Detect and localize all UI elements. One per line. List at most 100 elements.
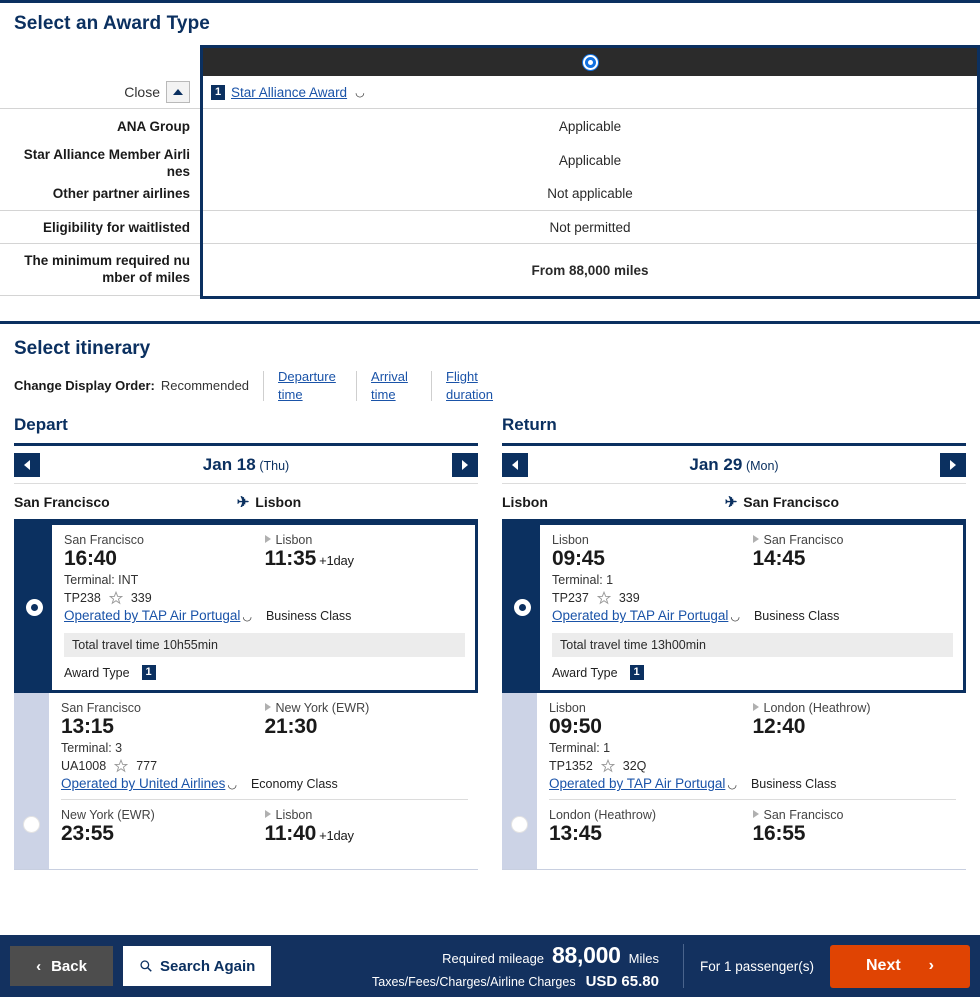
return-flight-card-1[interactable]: Lisbon San Francisco 09:45 14:45 Termina… [502,522,966,694]
return-date-nav: Jan 29 (Mon) [502,446,966,485]
leg-from: Lisbon [549,701,586,716]
leg-departure-time: 23:55 [61,822,114,846]
leg-from: San Francisco [64,533,144,548]
leg-operator-link[interactable]: Operated by TAP Air Portugal [552,608,728,623]
depart-card-1-award-row: Award Type 1 [64,657,465,682]
sort-flight-duration-link[interactable]: Flight duration [446,368,504,403]
required-mileage-unit: Miles [628,951,659,966]
award-type-label: Award Type [552,665,618,680]
depart-route: San Francisco ✈ Lisbon [14,484,478,523]
award-type-badge: 1 [141,665,156,681]
leg-operator-link[interactable]: Operated by TAP Air Portugal [64,608,240,623]
return-column: Return Jan 29 (Mon) Lisbon ✈ San Francisc… [502,415,966,871]
arrow-right-icon [752,703,759,712]
award-column-radio[interactable] [582,54,598,70]
return-origin: Lisbon [502,493,548,510]
flight-leg: London (Heathrow) San Francisco 13:45 16… [549,799,956,848]
return-next-day-button[interactable] [940,452,966,477]
external-link-icon: ◡ [242,611,252,624]
search-again-label: Search Again [160,957,256,975]
divider [263,370,265,401]
return-day-text: (Mon) [745,458,779,473]
leg-aircraft: 777 [136,759,158,774]
row-label-waitlist-eligibility: Eligibility for waitlisted [0,211,200,244]
star-alliance-icon [114,759,129,773]
leg-flight-number: TP237 [552,591,589,606]
award-table-column: 1 Star Alliance Award ◡ Applicable Appli… [200,76,980,299]
award-column-header: 1 Star Alliance Award ◡ [203,76,977,109]
return-prev-day-button[interactable] [502,452,528,477]
depart-title: Depart [14,415,68,435]
row-value-star-alliance-members: Applicable [558,152,622,168]
leg-operator-link[interactable]: Operated by United Airlines [61,776,225,791]
return-flight-card-2[interactable]: Lisbon London (Heathrow) 09:50 12:40 Ter… [502,693,966,871]
external-link-icon: ◡ [727,779,737,792]
depart-date: Jan 18 (Thu) [40,455,452,475]
leg-arrival-time: 11:40 [264,822,317,846]
arrow-right-icon [752,810,759,819]
depart-card-2-radio[interactable] [23,816,40,834]
search-again-button[interactable]: Search Again [123,946,272,986]
row-value-waitlist-eligibility: Not permitted [203,211,977,244]
leg-terminal: Terminal: 1 [552,573,614,588]
star-alliance-award-link[interactable]: Star Alliance Award [231,85,347,100]
leg-departure-time: 09:50 [549,715,602,739]
depart-card-1-radio[interactable] [26,599,43,617]
itinerary-section: Select itinerary Change Display Order: R… [0,324,980,871]
depart-card-1-body: San Francisco Lisbon 16:40 11:35 +1day Te… [52,525,475,691]
leg-from: San Francisco [61,701,141,716]
passenger-count: For 1 passenger(s) [682,944,820,988]
leg-cabin-class: Business Class [265,608,352,623]
return-card-2-body: Lisbon London (Heathrow) 09:50 12:40 Ter… [537,693,966,870]
award-type-badge: 1 [629,665,644,681]
caret-up-icon[interactable] [166,81,190,103]
external-link-icon: ◡ [355,86,365,99]
divider [356,370,358,401]
leg-to: San Francisco [763,533,844,548]
itinerary-title: Select itinerary [14,338,151,359]
leg-cabin-class: Business Class [750,776,837,791]
award-table-labels: Close ANA Group Star Alliance Member Air… [0,76,200,299]
return-card-1-rail [505,525,540,691]
leg-to: Lisbon [275,533,313,548]
leg-terminal: Terminal: 1 [549,741,611,756]
display-order-label: Change Display Order: [14,378,155,394]
leg-to: Lisbon [275,808,313,823]
sort-arrival-time-link[interactable]: Arrival time [371,368,417,403]
airplane-icon: ✈ [236,493,250,511]
depart-flight-card-1[interactable]: San Francisco Lisbon 16:40 11:35 +1day Te… [14,522,478,694]
award-column-selector-bar[interactable] [200,45,980,76]
leg-terminal: Terminal: 3 [61,741,123,756]
leg-from: Lisbon [552,533,589,548]
next-button[interactable]: Next › [830,944,970,988]
award-close-row[interactable]: Close [0,76,200,109]
leg-arrival-time: 14:45 [752,547,806,571]
arrow-right-icon [752,535,759,544]
display-order-current: Recommended [160,378,250,394]
leg-operator-link[interactable]: Operated by TAP Air Portugal [549,776,725,791]
external-link-icon: ◡ [227,779,237,792]
return-card-1-radio[interactable] [514,599,531,617]
return-title: Return [502,415,557,435]
divider [431,370,433,401]
award-section-title: Select an Award Type [14,13,210,34]
depart-prev-day-button[interactable] [14,452,40,477]
row-label-other-partners: Other partner airlines [0,177,200,211]
row-label-minimum-miles: The minimum required nu mber of miles [0,244,200,296]
row-label-ana-group: ANA Group [117,118,190,134]
return-card-2-radio[interactable] [511,816,528,834]
depart-day-text: (Thu) [259,458,290,473]
leg-arrival-time: 16:55 [752,822,806,846]
award-type-section: Select an Award Type Close ANA Group Sta… [0,3,980,299]
depart-date-nav: Jan 18 (Thu) [14,446,478,485]
depart-next-day-button[interactable] [452,452,478,477]
row-value-minimum-miles: From 88,000 miles [531,262,649,278]
sort-departure-time-link[interactable]: Departure time [278,368,342,403]
arrow-right-icon [264,703,271,712]
leg-day-offset: +1day [319,553,354,569]
leg-departure-time: 09:45 [552,547,605,571]
back-button[interactable]: ‹ Back [10,946,113,986]
depart-flight-card-2[interactable]: San Francisco New York (EWR) 13:15 21:30… [14,693,478,871]
leg-arrival-time: 11:35 [264,547,317,571]
star-alliance-icon [108,591,123,605]
